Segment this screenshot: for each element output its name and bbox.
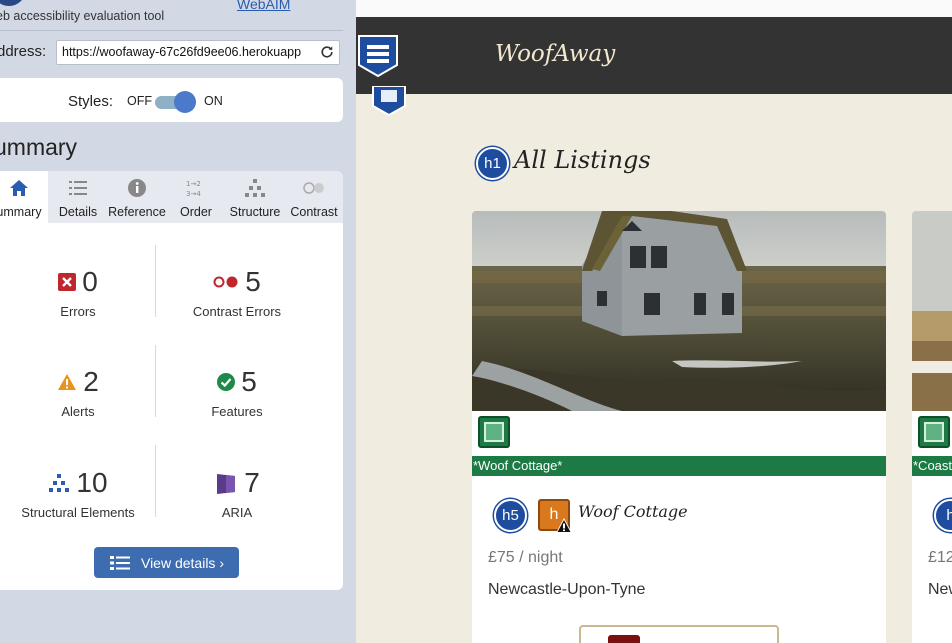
styles-label: Styles: [68, 93, 114, 110]
view-details-button[interactable]: View details › [94, 547, 239, 578]
coast-image[interactable] [912, 211, 952, 411]
wave-logo-icon [0, 0, 26, 6]
tab-reference[interactable]: Reference [106, 171, 168, 223]
stat-features: 5 Features [159, 365, 315, 419]
image-alt-icon [918, 416, 950, 448]
alert-icon [58, 374, 77, 390]
address-label: ddress: [0, 43, 47, 60]
aria-icon [217, 474, 236, 494]
mountain-icon [484, 422, 504, 442]
stat-contrast-errors: 5 Contrast Errors [159, 265, 315, 319]
structure-icon [49, 474, 70, 492]
webaim-link[interactable]: WebAIM [237, 0, 290, 12]
wave-tabs: ummary Details Reference 1→2 3→4 Order S… [0, 171, 343, 223]
reload-icon[interactable] [320, 45, 334, 59]
structure-icon [245, 179, 265, 197]
stat-errors: 0 Errors [0, 265, 156, 319]
styles-on-label: ON [204, 94, 223, 108]
cottage-image[interactable] [472, 211, 886, 411]
home-icon [10, 180, 28, 196]
errors-count: 0 [82, 266, 98, 297]
address-value[interactable]: https://woofaway-67c26fd9ee06.herokuapp [62, 45, 314, 59]
wave-tagline: eb accessibility evaluation tool [0, 9, 165, 23]
h5-badge-icon: h5 [494, 499, 527, 532]
tab-order[interactable]: 1→2 3→4 Order [170, 171, 222, 223]
address-field[interactable]: https://woofaway-67c26fd9ee06.herokuapp [56, 40, 340, 65]
top-bar [356, 0, 952, 17]
page-heading: All Listings [514, 146, 651, 174]
listing-location: Newcastle-Upon-Tyne [488, 581, 646, 598]
stat-alerts: 2 Alerts [0, 365, 156, 419]
listing-card[interactable]: *Woof Cottage* h5 h Woof Cottage £75 / n… [472, 211, 886, 643]
contrast-errors-count: 5 [245, 266, 261, 297]
list-icon [109, 555, 130, 570]
tab-label: Reference [108, 205, 166, 219]
structural-count: 10 [76, 467, 108, 498]
tab-structure[interactable]: Structure [224, 171, 286, 223]
aria-label: ARIA [221, 505, 253, 520]
tab-label: Details [58, 205, 98, 219]
navbar: WoofAway [356, 17, 952, 94]
contrast-icon [303, 182, 324, 194]
error-icon [58, 273, 77, 291]
tab-label: Order [180, 205, 212, 219]
svg-text:3→4: 3→4 [186, 190, 201, 198]
feature-icon [217, 373, 236, 391]
tab-summary[interactable]: ummary [0, 171, 48, 223]
brand-logo[interactable]: WoofAway [495, 41, 615, 67]
contrast-error-badge-icon [608, 635, 640, 643]
view-details-label: View details › [140, 554, 224, 571]
styles-toggle-knob[interactable] [174, 91, 196, 113]
tab-label: Contrast [290, 205, 338, 219]
structural-label: Structural Elements [21, 505, 135, 520]
website-preview: WoofAway h1 All Listings *Woof Cottage* … [356, 0, 952, 643]
tab-label: Structure [229, 205, 281, 219]
tab-label: ummary [0, 205, 42, 219]
nav-toggle-icon[interactable] [358, 35, 398, 77]
image-alt-icon [478, 416, 510, 448]
aria-count: 7 [244, 467, 260, 498]
styles-panel: Styles: OFF ON [0, 78, 343, 122]
divider [0, 30, 343, 31]
wave-header: eb accessibility evaluation tool WebAIM [0, 0, 356, 30]
listing-title[interactable]: Woof Cottage [578, 502, 688, 521]
listing-location: New [928, 581, 952, 598]
listing-card[interactable]: *Coast h £12 New [912, 211, 952, 643]
alerts-label: Alerts [61, 404, 95, 419]
h5-badge-icon: h [934, 499, 952, 532]
list-icon [69, 181, 87, 195]
summary-panel: 0 Errors 5 Contrast Errors 2 Alerts 5 Fe… [0, 223, 343, 590]
info-icon [128, 179, 146, 197]
alerts-count: 2 [83, 366, 99, 397]
stat-structural: 10 Structural Elements [0, 466, 156, 520]
mountain-icon [924, 422, 944, 442]
tab-details[interactable]: Details [51, 171, 105, 223]
h1-badge-icon: h1 [476, 147, 509, 180]
landmark-icon [372, 86, 406, 116]
features-label: Features [211, 404, 263, 419]
listing-price: £75 / night [488, 549, 563, 566]
wave-sidebar: eb accessibility evaluation tool WebAIM … [0, 0, 356, 643]
contrast-errors-label: Contrast Errors [192, 304, 282, 319]
tab-contrast[interactable]: Contrast [286, 171, 342, 223]
stat-aria: 7 ARIA [159, 466, 315, 520]
summary-title: ummary [0, 134, 78, 160]
styles-off-label: OFF [127, 94, 152, 108]
errors-label: Errors [60, 304, 96, 319]
alt-text-bar: *Coast [912, 456, 952, 476]
listing-button[interactable] [579, 625, 779, 643]
contrast-error-icon [213, 276, 238, 288]
svg-text:1→2: 1→2 [186, 180, 201, 188]
features-count: 5 [241, 366, 257, 397]
warning-icon [556, 518, 572, 533]
listing-price: £12 [928, 549, 952, 566]
order-icon: 1→2 3→4 [186, 180, 201, 198]
alt-text-bar: *Woof Cottage* [472, 456, 886, 476]
